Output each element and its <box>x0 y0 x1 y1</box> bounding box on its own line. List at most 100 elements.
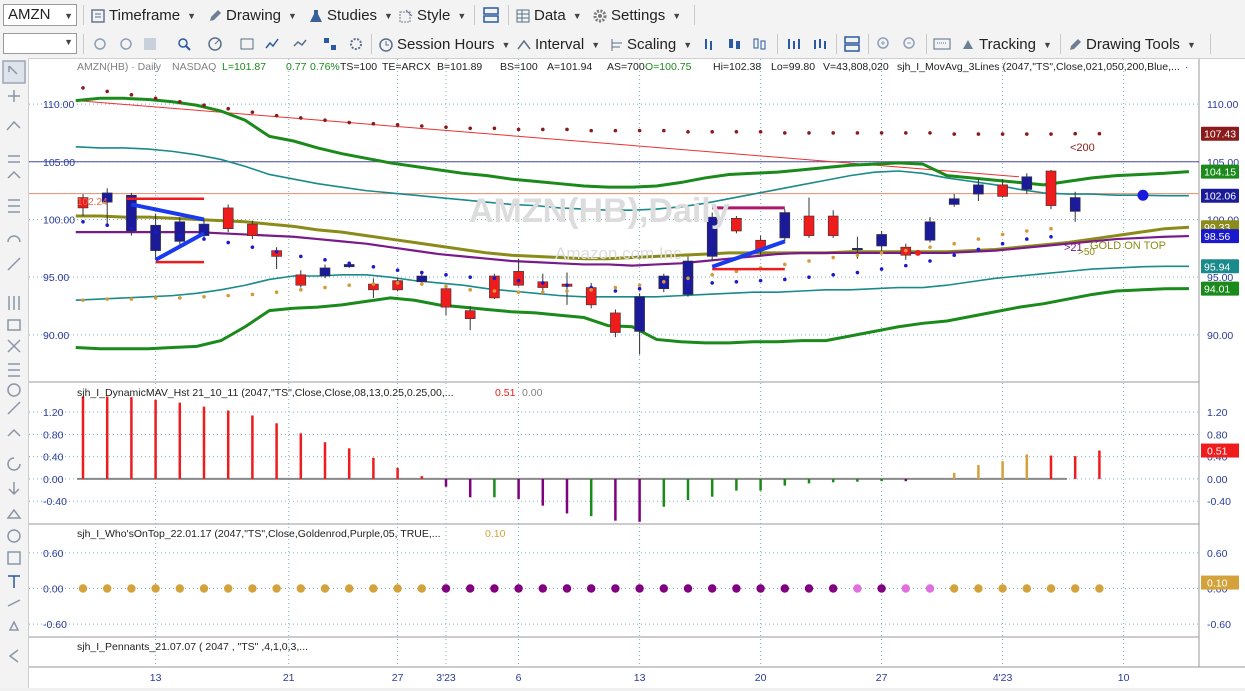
zoom-in-icon[interactable] <box>874 34 894 54</box>
dot-gold_dots <box>637 283 642 288</box>
grid-icon[interactable] <box>140 34 160 54</box>
tracking-menu[interactable]: Tracking ▼ <box>960 31 1052 58</box>
workspace-select[interactable]: ▼ <box>3 33 77 54</box>
gann-icon <box>7 319 21 331</box>
zoom-out-icon[interactable] <box>900 34 920 54</box>
dynamic-mav-value: 0.51 <box>495 387 516 399</box>
header-ts: TS=100 <box>340 61 377 73</box>
timeframe-menu[interactable]: Timeframe ▼ <box>90 0 196 31</box>
dot-ma200_dots <box>178 99 182 104</box>
studies-menu[interactable]: Studies ▼ <box>308 0 393 31</box>
price-tick-label-left: 90.00 <box>43 330 69 342</box>
dot-gold_dots <box>831 255 835 260</box>
dot-gold_dots <box>589 288 593 292</box>
layout-icon[interactable] <box>481 5 501 25</box>
dot-gold_dots <box>274 290 279 294</box>
candlestick-icon[interactable] <box>725 34 745 54</box>
dot-ma200_dots <box>541 127 545 132</box>
price-tick-label-left: 95.00 <box>43 272 69 284</box>
dot-blue_dots <box>468 275 473 279</box>
horizontal-line-icon <box>8 199 20 213</box>
compare-icon[interactable] <box>290 34 310 54</box>
top-dot <box>998 584 1007 593</box>
dot-gold_dots <box>904 248 908 253</box>
settings-menu[interactable]: Settings ▼ <box>592 0 681 31</box>
top-dot <box>514 584 523 593</box>
top-dot <box>393 584 402 593</box>
gauge-icon[interactable] <box>205 34 225 54</box>
gold-on-top-label: GOLD ON TOP <box>1090 240 1166 252</box>
zoom-icon[interactable] <box>174 34 194 54</box>
scaling-label: Scaling <box>627 36 677 53</box>
dot-gold_dots <box>879 251 884 255</box>
dot-ma200_dots <box>516 127 521 132</box>
header-te: TE=ARCX <box>382 61 431 73</box>
drawing-toolbox <box>0 58 29 688</box>
dots-tick-label: 0.60 <box>1207 548 1228 560</box>
split-view-icon[interactable] <box>842 34 862 54</box>
drawing-tools-menu[interactable]: Drawing Tools ▼ <box>1067 31 1196 58</box>
hollow-candle-icon[interactable] <box>750 34 770 54</box>
dot-blue_dots <box>904 263 908 268</box>
dot-ma200_dots <box>492 126 497 131</box>
dot-ma200_dots <box>299 116 303 120</box>
top-dot <box>151 584 160 593</box>
keyboard-icon[interactable] <box>932 34 952 54</box>
dot-gold_dots <box>250 292 255 297</box>
ray-icon <box>7 170 21 179</box>
refresh-icon[interactable] <box>90 34 110 54</box>
hist-badge-text: 0.51 <box>1207 446 1228 458</box>
dot-ma200_dots <box>758 129 763 134</box>
dots-tick-label-left: -0.60 <box>43 619 67 631</box>
dot-blue_dots <box>1049 234 1053 239</box>
studies-label: Studies <box>327 7 378 24</box>
chart-area[interactable]: 90.0090.0095.0095.00100.00100.00105.0010… <box>29 59 1245 691</box>
candle-body <box>997 184 1008 197</box>
price-tick-label: 90.00 <box>1207 330 1233 342</box>
options-icon[interactable] <box>346 34 366 54</box>
symbol-input[interactable]: AMZN ▼ <box>3 4 77 26</box>
line-icon <box>7 599 21 607</box>
scaling-menu[interactable]: Scaling ▼ <box>608 31 692 58</box>
dot-blue_dots <box>565 283 569 288</box>
dot-blue_dots <box>1000 241 1005 246</box>
dot-gold_dots <box>371 282 376 286</box>
header-change: 0.77 <box>286 61 307 73</box>
top-dot <box>1046 584 1056 593</box>
time-tick-label: 10 <box>1118 672 1130 684</box>
drawing-menu[interactable]: Drawing ▼ <box>207 0 297 31</box>
dot-ma200_dots <box>879 131 884 135</box>
candle-body <box>973 184 984 195</box>
pencil-icon <box>210 9 221 21</box>
network-icon[interactable] <box>320 34 340 54</box>
timeframe-label: Timeframe <box>109 7 181 24</box>
dot-gold_dots <box>81 298 85 303</box>
session-hours-menu[interactable]: Session Hours ▼ <box>378 31 510 58</box>
dot-ma200_dots <box>855 131 860 135</box>
style-menu[interactable]: Style ▼ <box>398 0 466 31</box>
image-icon[interactable] <box>237 34 257 54</box>
bars-alt-icon[interactable] <box>810 34 830 54</box>
top-dot <box>635 584 644 593</box>
interval-menu[interactable]: Interval ▼ <box>516 31 600 58</box>
dot-blue_dots <box>371 264 376 269</box>
top-dot <box>296 584 305 593</box>
top-dot <box>829 584 838 593</box>
dot-blue_dots <box>807 275 811 279</box>
dot-ma200_dots <box>129 93 134 97</box>
dot-ma200_dots <box>1049 132 1053 136</box>
dot-gold_dots <box>105 297 109 301</box>
candle-body <box>126 194 137 232</box>
line-chart-icon[interactable] <box>262 34 282 54</box>
pencil-icon <box>7 257 21 271</box>
candle-body <box>513 271 524 286</box>
signal-dot <box>914 249 921 256</box>
data-menu[interactable]: Data ▼ <box>515 0 582 31</box>
reload-icon[interactable] <box>116 34 136 54</box>
style-icon <box>399 9 413 22</box>
bar-chart-icon[interactable] <box>700 34 720 54</box>
candle-body <box>827 215 839 236</box>
dot-gold_dots <box>492 289 497 293</box>
bars-icon[interactable] <box>784 34 804 54</box>
top-dot <box>901 584 910 593</box>
